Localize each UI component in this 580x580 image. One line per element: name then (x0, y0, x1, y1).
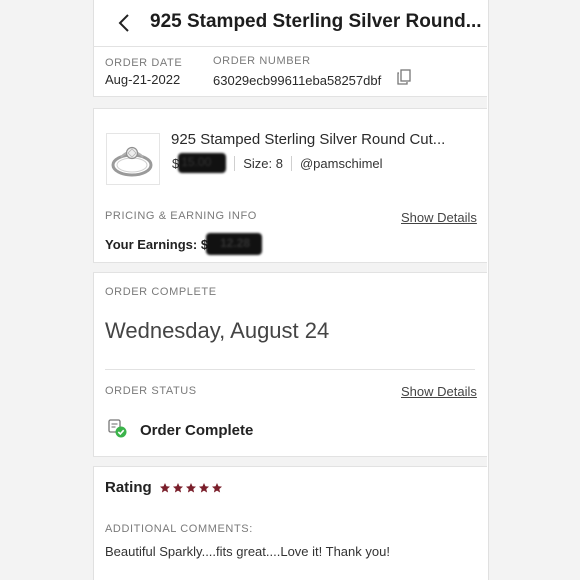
order-complete-icon (107, 418, 127, 443)
order-number-label: ORDER NUMBER (213, 55, 311, 67)
earnings-label: Your Earnings: $ (105, 236, 209, 252)
order-date: Aug-21-2022 (105, 72, 181, 87)
rating-label: Rating (105, 479, 152, 496)
item-price: $ 15.00 (172, 153, 227, 173)
inner-divider (105, 369, 475, 370)
section-divider (93, 96, 487, 97)
order-date-label: ORDER DATE (105, 57, 183, 69)
comment-text: Beautiful Sparkly....fits great....Love … (105, 544, 390, 559)
meta-separator (234, 155, 236, 171)
header-divider (93, 46, 487, 47)
section-divider (93, 456, 487, 457)
price-obscured: 15.00 (181, 155, 212, 169)
star-icon (172, 482, 183, 492)
earnings-redaction: 12.28 (206, 233, 263, 255)
order-complete-label: ORDER COMPLETE (105, 286, 217, 298)
item-thumbnail[interactable] (106, 133, 160, 185)
pricing-show-details-link[interactable]: Show Details (401, 210, 477, 225)
item-seller[interactable]: @pamschimel (300, 156, 383, 171)
section-spacer (93, 96, 487, 108)
item-meta: $ 15.00 Size: 8 @pamschimel (172, 153, 383, 173)
item-size: Size: 8 (243, 155, 283, 171)
rating-stars (159, 482, 224, 494)
status-text: Order Complete (140, 422, 254, 439)
status-row: Order Complete (107, 418, 253, 443)
page-title: 925 Stamped Sterling Silver Round... (150, 11, 482, 32)
section-spacer (93, 456, 487, 466)
comments-label: ADDITIONAL COMMENTS: (105, 523, 253, 535)
rating-row: Rating (105, 479, 224, 496)
star-icon (159, 482, 170, 492)
price-redaction: 15.00 (178, 153, 227, 173)
order-number: 63029ecb99611eba58257dbf (213, 73, 382, 88)
star-icon (198, 482, 209, 492)
section-divider (93, 272, 487, 273)
star-icon (185, 482, 196, 492)
star-icon (211, 482, 222, 492)
pricing-label: PRICING & EARNING INFO (105, 210, 257, 222)
item-title[interactable]: 925 Stamped Sterling Silver Round Cut... (171, 131, 445, 148)
top-bar: 925 Stamped Sterling Silver Round... (93, 0, 487, 46)
completion-date: Wednesday, August 24 (105, 318, 330, 343)
copy-icon[interactable] (397, 69, 411, 85)
status-show-details-link[interactable]: Show Details (401, 384, 477, 399)
earnings-row: Your Earnings: $ 12.28 (105, 233, 263, 255)
section-divider (93, 108, 487, 109)
chevron-left-icon[interactable] (115, 12, 135, 34)
meta-separator (290, 155, 292, 171)
section-divider (93, 262, 487, 263)
earnings-obscured: 12.28 (220, 236, 251, 250)
section-divider (93, 466, 487, 467)
section-spacer (93, 262, 487, 272)
order-status-label: ORDER STATUS (105, 385, 197, 397)
